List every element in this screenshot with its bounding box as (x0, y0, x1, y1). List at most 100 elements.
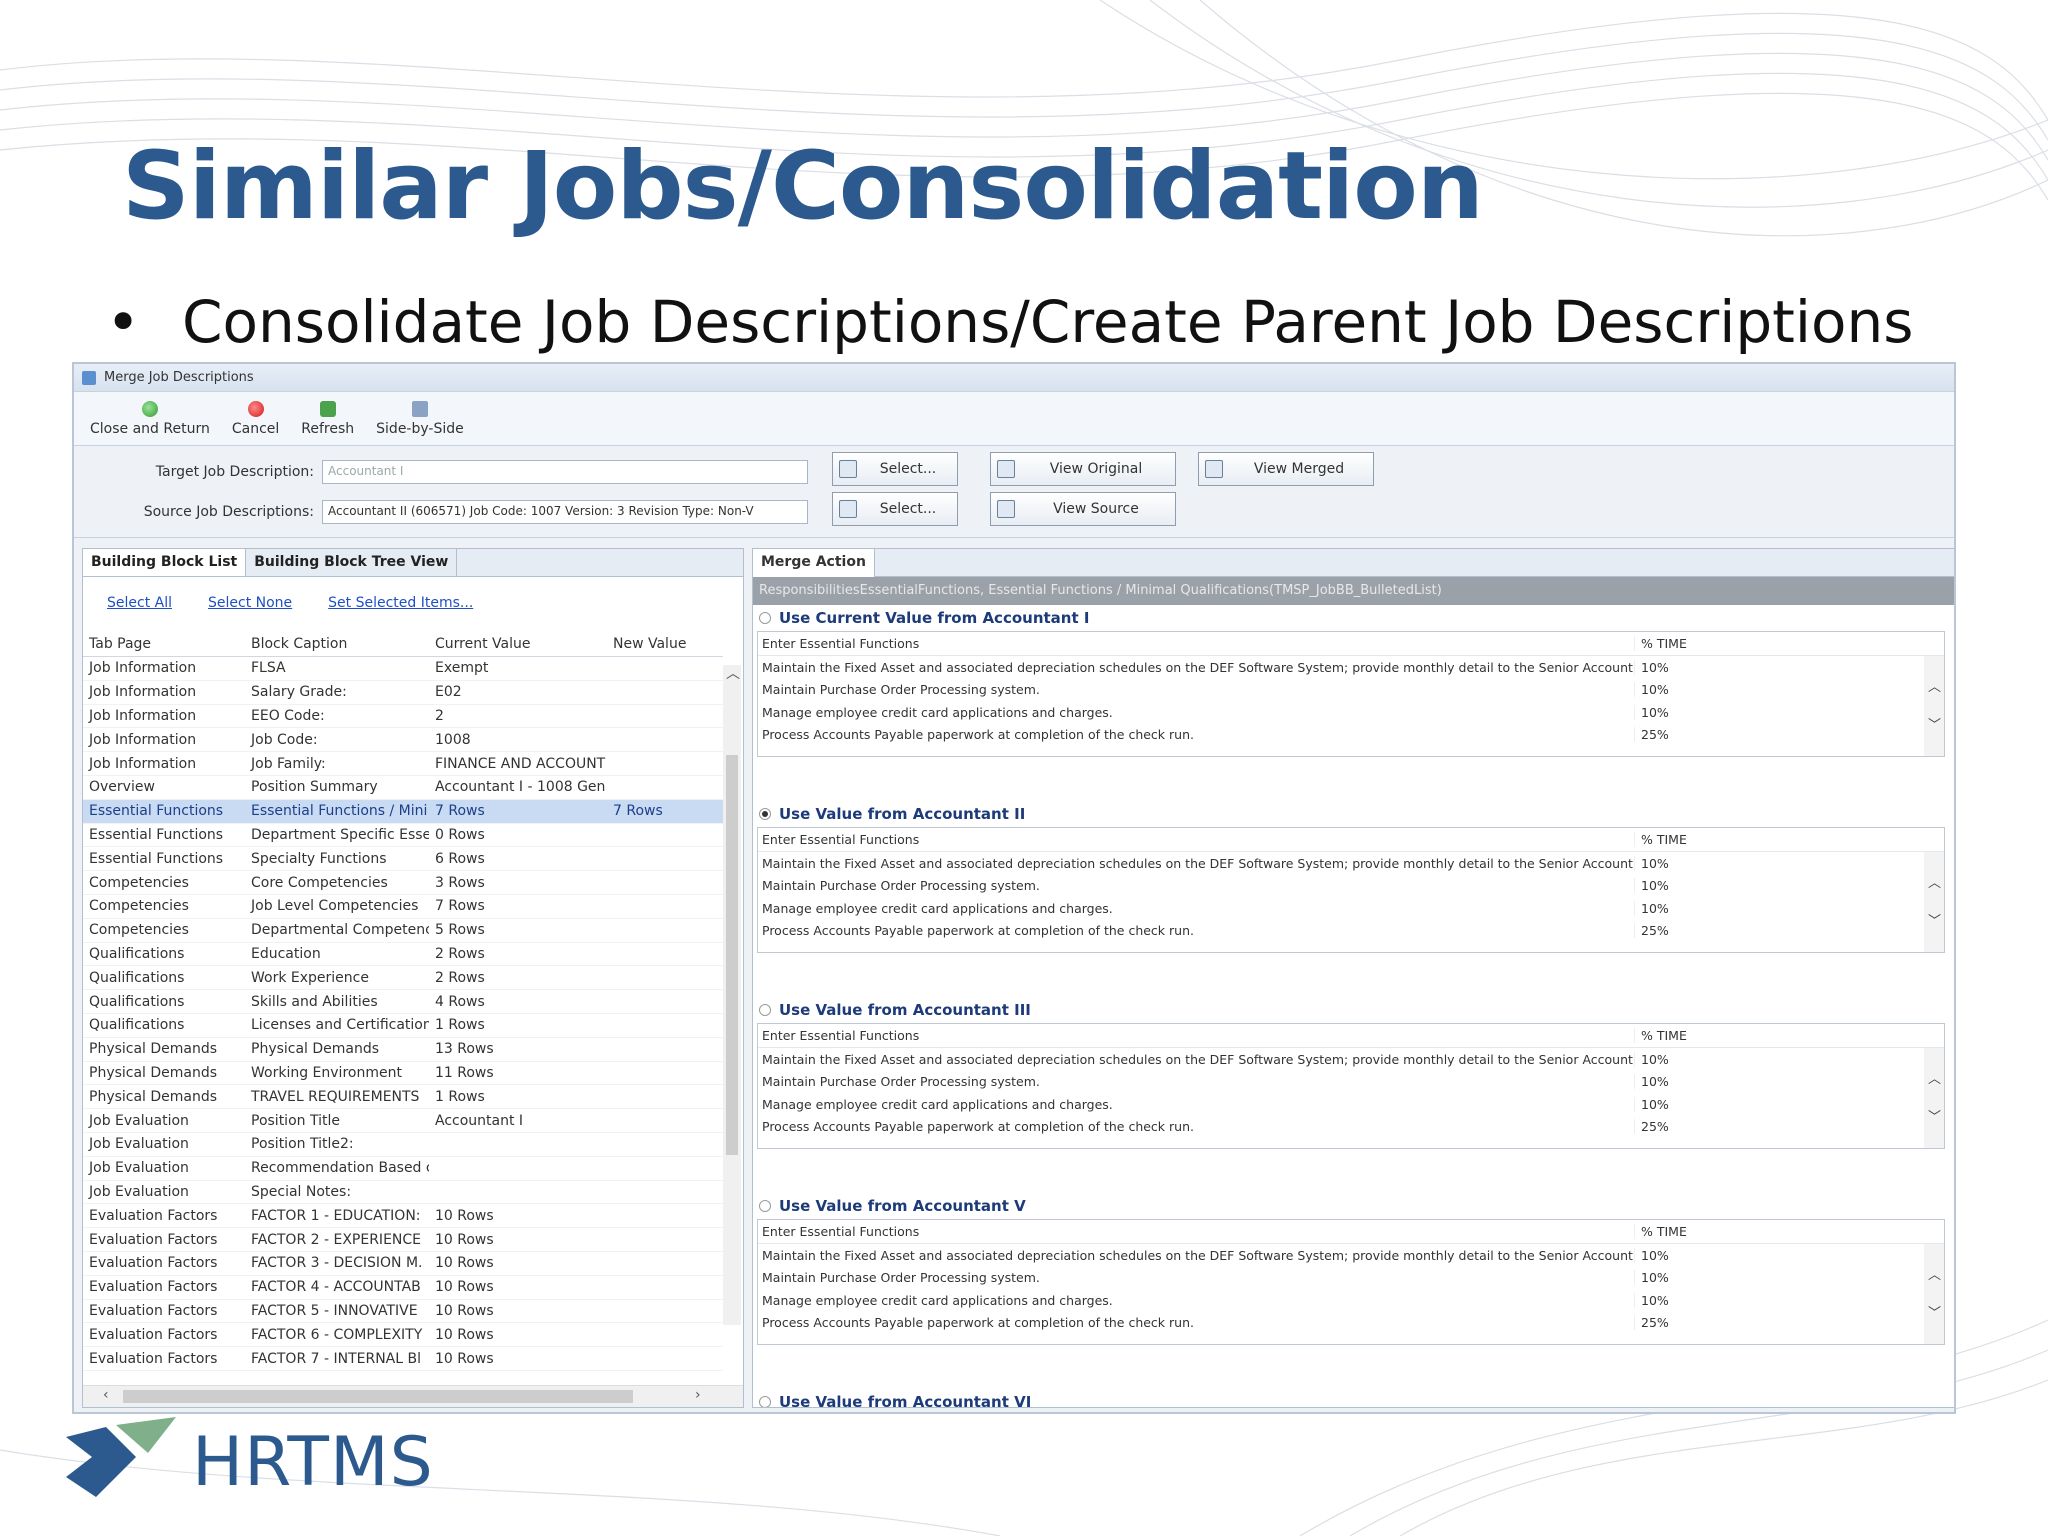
table-row[interactable]: Evaluation Factors FACTOR 4 - ACCOUNTAB 10… (83, 1276, 723, 1300)
left-vertical-scrollbar[interactable]: ︿ (723, 665, 741, 1325)
table-row[interactable]: Physical Demands TRAVEL REQUIREMENTS 1 Row… (83, 1085, 723, 1110)
table-row[interactable]: Essential Functions Specialty Functions 6 … (83, 847, 723, 872)
table-row[interactable]: Physical Demands Physical Demands 13 Rows (83, 1038, 723, 1062)
tab-building-block-list[interactable]: Building Block List (83, 549, 247, 576)
cell-block-caption: Position Summary (251, 779, 378, 796)
table-row[interactable]: Job Evaluation Position Title Accountant I (83, 1109, 723, 1133)
table-row[interactable]: Competencies Core Competencies 3 Rows (83, 871, 723, 895)
source-job-select[interactable]: Accountant II (606571) Job Code: 1007 Ve… (322, 500, 808, 524)
tab-building-block-tree-view[interactable]: Building Block Tree View (246, 549, 458, 576)
table-row[interactable]: Evaluation Factors FACTOR 2 - EXPERIENCE 1… (83, 1228, 723, 1252)
hscroll-thumb[interactable] (123, 1390, 633, 1403)
cell-block-caption: Special Notes: (251, 1183, 352, 1200)
merge-option[interactable]: Use Value from Accountant II (759, 805, 1025, 823)
table-row[interactable]: Essential Functions Essential Functions /… (83, 799, 723, 824)
table-row[interactable]: Essential Functions Department Specific E… (83, 824, 723, 848)
refresh-icon (319, 401, 336, 417)
table-row[interactable]: Physical Demands Working Environment 11 Ro… (83, 1062, 723, 1086)
radio-button[interactable] (759, 1004, 771, 1016)
cell-tab-page: Evaluation Factors (89, 1302, 218, 1319)
view-merged-button[interactable]: View Merged (1198, 452, 1374, 486)
scroll-down-icon[interactable]: ﹀ (1928, 1106, 1941, 1125)
column-header-new-value[interactable]: New Value (607, 636, 723, 652)
table-row[interactable]: Competencies Job Level Competencies 7 Rows (83, 895, 723, 919)
radio-button[interactable] (759, 1396, 771, 1407)
radio-button[interactable] (759, 612, 771, 624)
view-source-button[interactable]: View Source (990, 492, 1176, 526)
table-row[interactable]: Qualifications Licenses and Certification… (83, 1014, 723, 1038)
table-row[interactable]: Job Information Job Family: FINANCE AND AC… (83, 752, 723, 776)
scroll-down-icon[interactable]: ﹀ (1928, 910, 1941, 929)
table-row[interactable]: Job Evaluation Recommendation Based c (83, 1157, 723, 1181)
cell-tab-page: Job Evaluation (89, 1183, 189, 1200)
option-value-grid: Enter Essential Functions% TIME Maintain … (757, 631, 1945, 757)
select-none-link[interactable]: Select None (208, 595, 292, 611)
scroll-down-icon[interactable]: ﹀ (1928, 1302, 1941, 1321)
side-by-side-button[interactable]: Side-by-Side (376, 401, 464, 437)
refresh-button[interactable]: Refresh (301, 401, 354, 437)
scroll-up-icon[interactable]: ︿ (1928, 872, 1941, 891)
merge-option[interactable]: Use Value from Accountant III (759, 1001, 1031, 1019)
set-selected-items-link[interactable]: Set Selected Items... (328, 595, 473, 611)
table-row[interactable]: Job Information Job Code: 1008 (83, 728, 723, 753)
option-grid-scrollbar[interactable]: ︿ ﹀ (1924, 852, 1944, 952)
scroll-up-icon[interactable]: ︿ (1928, 1264, 1941, 1283)
table-row[interactable]: Job Information Salary Grade: E02 (83, 681, 723, 705)
table-row[interactable]: Evaluation Factors FACTOR 3 - DECISION M.… (83, 1252, 723, 1276)
table-row[interactable]: Job Evaluation Position Title2: (83, 1133, 723, 1157)
cell-block-caption: Position Title (251, 1112, 340, 1129)
select-all-link[interactable]: Select All (107, 595, 172, 611)
merge-option[interactable]: Use Value from Accountant V (759, 1197, 1026, 1215)
essential-function-cell: Maintain Purchase Order Processing syste… (762, 682, 1040, 698)
radio-button[interactable] (759, 1200, 771, 1212)
cancel-label: Cancel (231, 421, 280, 437)
column-header-tab-page[interactable]: Tab Page (83, 636, 245, 652)
option-grid-scrollbar[interactable]: ︿ ﹀ (1924, 1244, 1944, 1344)
scroll-up-icon[interactable]: ︿ (1928, 1068, 1941, 1087)
scroll-left-icon[interactable]: ‹ (103, 1387, 109, 1403)
scroll-thumb[interactable] (726, 755, 738, 1155)
option-value-grid: Enter Essential Functions% TIME Maintain … (757, 1023, 1945, 1149)
table-row[interactable]: Job Evaluation Special Notes: (83, 1181, 723, 1205)
table-row[interactable]: Evaluation Factors FACTOR 1 - EDUCATION: 1… (83, 1204, 723, 1229)
cell-current-value: 1008 (435, 731, 471, 748)
table-row[interactable]: Overview Position Summary Accountant I - 1… (83, 776, 723, 800)
scroll-up-icon[interactable]: ︿ (1928, 676, 1941, 695)
radio-button[interactable] (759, 808, 771, 820)
view-original-button[interactable]: View Original (990, 452, 1176, 486)
table-row[interactable]: Qualifications Skills and Abilities 4 Rows (83, 990, 723, 1014)
side-by-side-icon (411, 401, 428, 417)
select-target-button[interactable]: Select... (832, 452, 958, 486)
table-row[interactable]: Qualifications Education 2 Rows (83, 943, 723, 967)
table-row[interactable]: Evaluation Factors FACTOR 5 - INNOVATIVE 1… (83, 1300, 723, 1324)
source-label: Source Job Descriptions: (143, 504, 314, 520)
table-row[interactable]: Competencies Departmental Competenc 5 Rows (83, 919, 723, 943)
column-header-block-caption[interactable]: Block Caption (245, 636, 429, 652)
table-row[interactable]: Evaluation Factors FACTOR 7 - INTERNAL Bl… (83, 1347, 723, 1371)
left-horizontal-scrollbar[interactable]: ‹ › (83, 1385, 743, 1407)
option-grid-scrollbar[interactable]: ︿ ﹀ (1924, 656, 1944, 756)
scroll-right-icon[interactable]: › (695, 1387, 701, 1403)
scroll-up-icon[interactable]: ︿ (726, 663, 740, 683)
close-and-return-button[interactable]: Close and Return (90, 401, 210, 437)
table-row[interactable]: Job Information EEO Code: 2 (83, 705, 723, 729)
cancel-button[interactable]: Cancel (232, 401, 279, 437)
table-row[interactable]: Evaluation Factors FACTOR 6 - COMPLEXITY 1… (83, 1323, 723, 1348)
scroll-down-icon[interactable]: ﹀ (1928, 714, 1941, 733)
tab-merge-action[interactable]: Merge Action (753, 549, 875, 577)
option-grid-scrollbar[interactable]: ︿ ﹀ (1924, 1048, 1944, 1148)
cell-block-caption: FACTOR 5 - INNOVATIVE (251, 1302, 418, 1319)
merge-option[interactable]: Use Value from Accountant VI (759, 1393, 1031, 1407)
select-source-button[interactable]: Select... (832, 492, 958, 526)
slide-bullet: • Consolidate Job Descriptions/Create Par… (106, 288, 1914, 356)
header-percent-time: % TIME (1634, 1224, 1734, 1239)
option-grid-row: Process Accounts Payable paperwork at co… (758, 1116, 1944, 1139)
column-header-current-value[interactable]: Current Value (429, 636, 607, 652)
merge-option[interactable]: Use Current Value from Accountant I (759, 609, 1089, 627)
table-row[interactable]: Job Information FLSA Exempt (83, 657, 723, 681)
view-merged-label: View Merged (1253, 461, 1345, 477)
option-grid-header: Enter Essential Functions % TIME (758, 1024, 1944, 1048)
table-row[interactable]: Qualifications Work Experience 2 Rows (83, 966, 723, 991)
target-job-input[interactable]: Accountant I (322, 460, 808, 484)
right-tabbar: Merge Action (753, 549, 1954, 577)
